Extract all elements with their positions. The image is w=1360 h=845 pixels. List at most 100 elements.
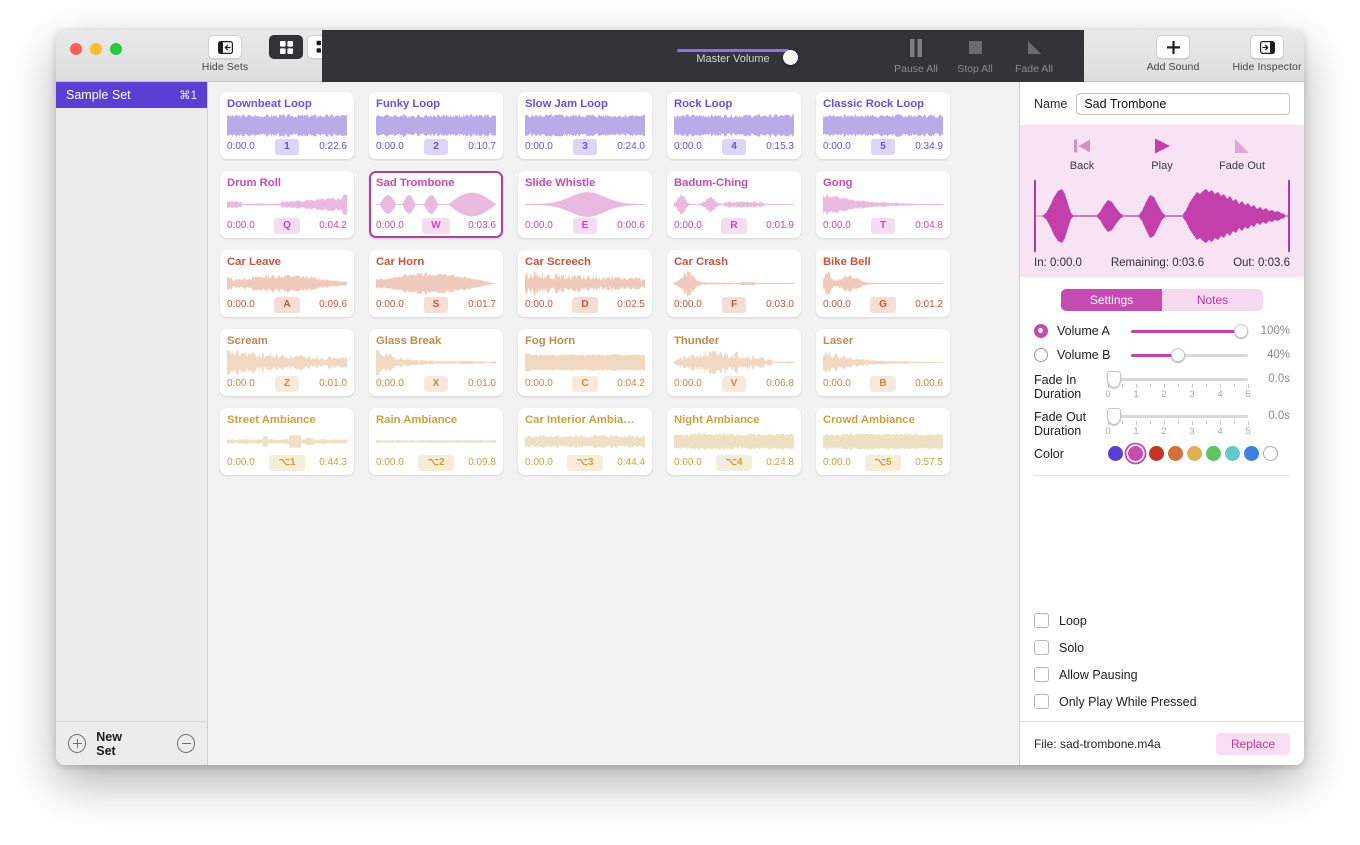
- in-marker[interactable]: [1034, 180, 1036, 252]
- sound-tile[interactable]: Rain Ambiance0:00.0⌥20:09.8: [369, 408, 503, 475]
- play-button[interactable]: Play: [1127, 133, 1197, 172]
- volume-b-knob[interactable]: [1171, 348, 1185, 362]
- add-sound-button[interactable]: Add Sound: [1142, 35, 1204, 73]
- sound-tile-hotkey[interactable]: W: [422, 218, 449, 234]
- sound-tile[interactable]: Car Screech0:00.0D0:02.5: [518, 250, 652, 317]
- sound-tile-hotkey[interactable]: B: [870, 376, 895, 392]
- master-volume-slider[interactable]: Master Volume: [677, 42, 789, 65]
- sound-tile-hotkey[interactable]: G: [870, 297, 896, 313]
- checkbox[interactable]: [1034, 613, 1049, 628]
- option-row[interactable]: Solo: [1034, 640, 1290, 655]
- minimize-window-button[interactable]: [90, 43, 102, 55]
- master-volume-knob[interactable]: [783, 50, 798, 65]
- sound-tile[interactable]: Car Leave0:00.0A0:09.6: [220, 250, 354, 317]
- zoom-window-button[interactable]: [110, 43, 122, 55]
- sound-tile-hotkey[interactable]: 5: [871, 139, 895, 155]
- checkbox[interactable]: [1034, 640, 1049, 655]
- replace-button[interactable]: Replace: [1216, 733, 1290, 755]
- sound-tile[interactable]: Classic Rock Loop0:00.050:34.9: [816, 92, 950, 159]
- option-row[interactable]: Only Play While Pressed: [1034, 694, 1290, 709]
- sound-tile-hotkey[interactable]: E: [573, 218, 598, 234]
- volume-b-slider[interactable]: [1131, 348, 1248, 362]
- sound-tile[interactable]: Night Ambiance0:00.0⌥40:24.8: [667, 408, 801, 475]
- sound-tile-hotkey[interactable]: ⌥3: [567, 455, 602, 471]
- hide-inspector-button[interactable]: Hide Inspector: [1222, 35, 1304, 73]
- sound-tile[interactable]: Car Horn0:00.0S0:01.7: [369, 250, 503, 317]
- color-swatch[interactable]: [1206, 446, 1221, 461]
- grid-view-button[interactable]: [269, 35, 303, 59]
- sound-tile-hotkey[interactable]: S: [424, 297, 449, 313]
- checkbox[interactable]: [1034, 667, 1049, 682]
- volume-b-radio[interactable]: [1034, 348, 1048, 362]
- sound-tile-hotkey[interactable]: F: [722, 297, 746, 313]
- sound-tile[interactable]: Drum Roll0:00.0Q0:04.2: [220, 171, 354, 238]
- sound-tile-hotkey[interactable]: R: [721, 218, 746, 234]
- sound-tile-hotkey[interactable]: A: [274, 297, 299, 313]
- sound-tile[interactable]: Laser0:00.0B0:00.6: [816, 329, 950, 396]
- sound-tile[interactable]: Slide Whistle0:00.0E0:00.6: [518, 171, 652, 238]
- sound-tile[interactable]: Badum-Ching0:00.0R0:01.9: [667, 171, 801, 238]
- sound-tile-hotkey[interactable]: 3: [573, 139, 597, 155]
- color-swatch[interactable]: [1187, 446, 1202, 461]
- sound-tile-hotkey[interactable]: X: [424, 376, 449, 392]
- new-set-label[interactable]: New Set: [96, 730, 143, 758]
- sound-tile-hotkey[interactable]: C: [572, 376, 597, 392]
- sound-tile[interactable]: Thunder0:00.0V0:06.8: [667, 329, 801, 396]
- sound-tile-hotkey[interactable]: 2: [424, 139, 448, 155]
- sound-tile[interactable]: Downbeat Loop0:00.010:22.6: [220, 92, 354, 159]
- color-swatch[interactable]: [1149, 446, 1164, 461]
- sound-tile[interactable]: Slow Jam Loop0:00.030:24.0: [518, 92, 652, 159]
- color-swatch[interactable]: [1244, 446, 1259, 461]
- sound-tile[interactable]: Rock Loop0:00.040:15.3: [667, 92, 801, 159]
- plus-circle-icon[interactable]: [68, 734, 86, 753]
- volume-a-radio[interactable]: [1034, 324, 1048, 338]
- sound-tile-hotkey[interactable]: V: [722, 376, 747, 392]
- sound-tile-hotkey[interactable]: 1: [275, 139, 299, 155]
- sound-tile-hotkey[interactable]: Z: [275, 376, 299, 392]
- sound-tile-hotkey[interactable]: 4: [722, 139, 746, 155]
- sound-tile[interactable]: Car Interior Ambia…0:00.0⌥30:44.4: [518, 408, 652, 475]
- option-row[interactable]: Loop: [1034, 613, 1290, 628]
- sound-tile-hotkey[interactable]: ⌥5: [865, 455, 900, 471]
- fade-out-button[interactable]: Fade Out: [1207, 133, 1277, 172]
- stop-all-button[interactable]: Stop All: [944, 38, 1006, 75]
- color-swatch[interactable]: [1108, 446, 1123, 461]
- color-swatch[interactable]: [1225, 446, 1240, 461]
- sound-tile-hotkey[interactable]: ⌥4: [716, 455, 751, 471]
- minus-circle-icon[interactable]: [177, 734, 195, 753]
- sound-tile-hotkey[interactable]: ⌥2: [418, 455, 453, 471]
- sound-tile[interactable]: Glass Break0:00.0X0:01.0: [369, 329, 503, 396]
- sound-tile[interactable]: Fog Horn0:00.0C0:04.2: [518, 329, 652, 396]
- hide-sets-button[interactable]: Hide Sets: [194, 35, 256, 73]
- volume-a-knob[interactable]: [1234, 324, 1248, 338]
- fade-all-button[interactable]: Fade All: [1003, 38, 1065, 75]
- waveform-editor[interactable]: [1034, 180, 1290, 252]
- sound-tile-hotkey[interactable]: D: [572, 297, 597, 313]
- back-button[interactable]: Back: [1047, 133, 1117, 172]
- pause-all-button[interactable]: Pause All: [885, 38, 947, 75]
- tab-notes[interactable]: Notes: [1162, 289, 1263, 311]
- sound-tile[interactable]: Car Crash0:00.0F0:03.0: [667, 250, 801, 317]
- sound-tile[interactable]: Gong0:00.0T0:04.8: [816, 171, 950, 238]
- fade-in-slider[interactable]: 012345: [1108, 372, 1248, 402]
- color-swatch[interactable]: [1263, 446, 1278, 461]
- color-swatch[interactable]: [1168, 446, 1183, 461]
- name-input[interactable]: [1076, 93, 1290, 115]
- checkbox[interactable]: [1034, 694, 1049, 709]
- sound-tile[interactable]: Scream0:00.0Z0:01.0: [220, 329, 354, 396]
- sound-tile[interactable]: Funky Loop0:00.020:10.7: [369, 92, 503, 159]
- out-marker[interactable]: [1288, 180, 1290, 252]
- sound-tile-hotkey[interactable]: Q: [274, 218, 300, 234]
- sound-tile[interactable]: Sad Trombone0:00.0W0:03.6: [369, 171, 503, 238]
- sidebar-item-set[interactable]: Sample Set⌘1: [56, 82, 207, 108]
- volume-a-slider[interactable]: [1131, 324, 1248, 338]
- tab-settings[interactable]: Settings: [1061, 289, 1162, 311]
- option-row[interactable]: Allow Pausing: [1034, 667, 1290, 682]
- sound-tile[interactable]: Crowd Ambiance0:00.0⌥50:57.5: [816, 408, 950, 475]
- close-window-button[interactable]: [70, 43, 82, 55]
- sound-tile[interactable]: Street Ambiance0:00.0⌥10:44.3: [220, 408, 354, 475]
- fade-out-slider[interactable]: 012345: [1108, 409, 1248, 439]
- sound-tile[interactable]: Bike Bell0:00.0G0:01.2: [816, 250, 950, 317]
- color-swatch[interactable]: [1128, 446, 1143, 461]
- sound-tile-hotkey[interactable]: T: [871, 218, 895, 234]
